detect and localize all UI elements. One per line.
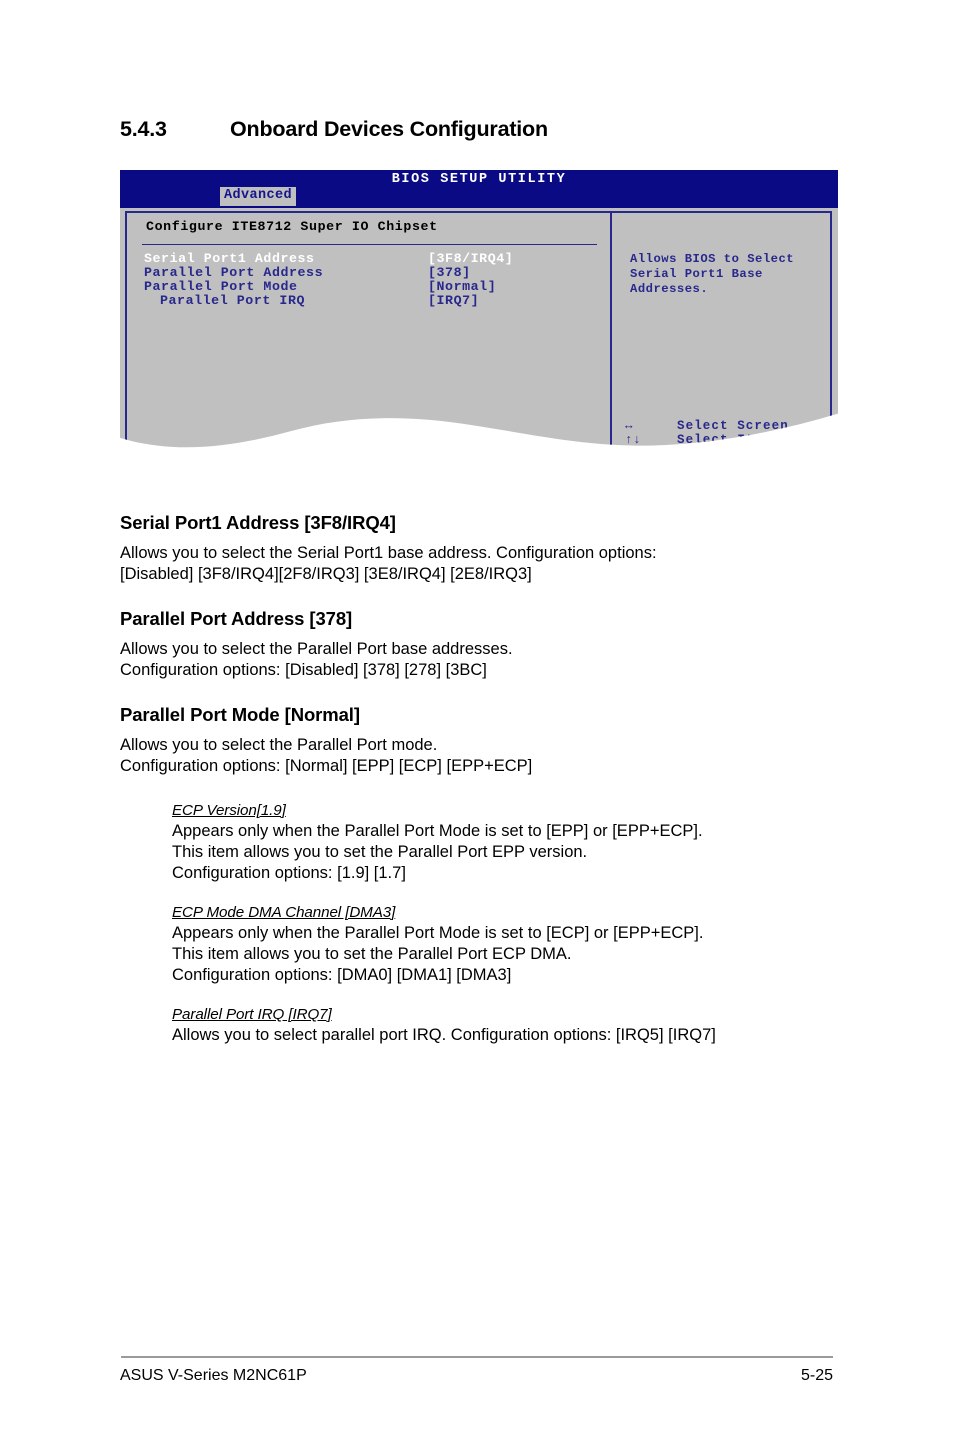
bios-frame (125, 211, 832, 451)
footer-page-number: 5-25 (800, 1367, 833, 1384)
page-title: 5.4.3 Onboard Devices Configuration (120, 117, 548, 142)
bios-option-label: Parallel Port Mode (144, 279, 298, 294)
arrow-keys-icon: ↑↓ (625, 433, 642, 447)
bios-option-value[interactable]: [3F8/IRQ4] (428, 252, 513, 266)
subitem-body-parallel-port-irq: Allows you to select parallel port IRQ. … (172, 1025, 880, 1046)
bios-option-value[interactable]: [IRQ7] (428, 294, 479, 308)
item-body-serial-port1: Allows you to select the Serial Port1 ba… (120, 543, 880, 584)
item-body-parallel-port-mode: Allows you to select the Parallel Port m… (120, 735, 880, 776)
body-line: This item allows you to set the Parallel… (172, 945, 572, 963)
section-number: 5.4.3 (120, 117, 167, 141)
bios-body: Configure ITE8712 Super IO Chipset Seria… (120, 208, 838, 455)
item-body-parallel-port-address: Allows you to select the Parallel Port b… (120, 639, 880, 680)
bios-option-row[interactable]: Serial Port1 Address [3F8/IRQ4] (120, 252, 610, 266)
document-body: Serial Port1 Address [3F8/IRQ4] Allows y… (120, 512, 880, 1066)
item-heading-parallel-port-mode: Parallel Port Mode [Normal] (120, 704, 360, 725)
bios-panel-divider (610, 211, 612, 451)
bios-help-line: Allows BIOS to Select (630, 252, 795, 266)
body-line: Configuration options: [Normal] [EPP] [E… (120, 756, 533, 775)
subsection-ecp-mode-dma-channel: ECP Mode DMA Channel [DMA3] Appears only… (172, 904, 880, 986)
bios-legend-row: ↑↓ Select Item (625, 433, 789, 447)
subitem-heading-ecp-version: ECP Version[1.9] (172, 802, 286, 819)
bios-screenshot: BIOS SETUP UTILITY Advanced Configure IT… (120, 170, 838, 455)
arrow-keys-icon: ↔ (625, 419, 634, 433)
body-line: Configuration options: [Disabled] [378] … (120, 660, 487, 679)
body-line: Allows you to select the Serial Port1 ba… (120, 544, 657, 562)
subitem-heading-parallel-port-irq: Parallel Port IRQ [IRQ7] (172, 1006, 332, 1023)
body-line: Appears only when the Parallel Port Mode… (172, 924, 704, 942)
body-line: Allows you to select the Parallel Port m… (120, 736, 438, 754)
subsection-ecp-version: ECP Version[1.9] Appears only when the P… (172, 802, 880, 884)
bios-legend-label: Select Item (677, 433, 772, 447)
bios-title-bar: BIOS SETUP UTILITY Advanced (120, 170, 838, 208)
subitem-body-ecp-version: Appears only when the Parallel Port Mode… (172, 821, 880, 884)
body-line: [Disabled] [3F8/IRQ4][2F8/IRQ3] [3E8/IRQ… (120, 564, 532, 583)
body-line: Appears only when the Parallel Port Mode… (172, 822, 703, 840)
bios-help-panel: Allows BIOS to Select Serial Port1 Base Ad… (630, 252, 825, 297)
bios-option-row[interactable]: Parallel Port Mode [Normal] (120, 280, 610, 294)
bios-option-row[interactable]: Parallel Port IRQ [IRQ7] (120, 294, 610, 308)
bios-legend-label: Change Option (677, 447, 789, 455)
bios-tab-advanced[interactable]: Advanced (220, 187, 296, 206)
body-line: Allows you to select parallel port IRQ. … (172, 1026, 716, 1044)
bios-legend-row: ↔ Select Screen (625, 419, 789, 433)
section-title: Onboard Devices Configuration (230, 117, 548, 141)
body-line: Configuration options: [1.9] [1.7] (172, 864, 406, 882)
item-heading-parallel-port-address: Parallel Port Address [378] (120, 608, 353, 629)
bios-legend-label: Select Screen (677, 419, 789, 433)
bios-option-label: Parallel Port IRQ (160, 293, 306, 308)
subitem-body-ecp-mode-dma-channel: Appears only when the Parallel Port Mode… (172, 923, 880, 986)
bios-config-rule (142, 244, 597, 245)
footer-divider (121, 1356, 833, 1358)
bios-utility-title: BIOS SETUP UTILITY (391, 172, 567, 187)
bios-key-legend: ↔ Select Screen ↑↓ Select Item +− Change Opti… (625, 419, 789, 455)
bios-option-value[interactable]: [378] (428, 266, 471, 280)
bios-option-value[interactable]: [Normal] (428, 280, 496, 294)
bios-option-row[interactable]: Parallel Port Address [378] (120, 266, 610, 280)
bios-help-line: Addresses. (630, 282, 709, 296)
footer-product-name: ASUS V-Series M2NC61P (120, 1367, 307, 1384)
subsection-parallel-port-irq: Parallel Port IRQ [IRQ7] Allows you to s… (172, 1006, 880, 1046)
bios-help-line: Serial Port1 Base (630, 267, 763, 281)
arrow-keys-icon: +− (625, 447, 642, 455)
bios-option-label: Parallel Port Address (144, 265, 324, 280)
body-line: Allows you to select the Parallel Port b… (120, 640, 513, 658)
bios-config-title: Configure ITE8712 Super IO Chipset (146, 219, 438, 234)
bios-legend-row: +− Change Option (625, 447, 789, 455)
bios-option-label: Serial Port1 Address (144, 251, 315, 266)
item-heading-serial-port1: Serial Port1 Address [3F8/IRQ4] (120, 512, 396, 533)
body-line: This item allows you to set the Parallel… (172, 843, 588, 861)
subitem-heading-ecp-mode-dma-channel: ECP Mode DMA Channel [DMA3] (172, 904, 396, 921)
body-line: Configuration options: [DMA0] [DMA1] [DM… (172, 966, 512, 984)
bios-option-list: Serial Port1 Address [3F8/IRQ4] Parallel P… (120, 252, 610, 308)
